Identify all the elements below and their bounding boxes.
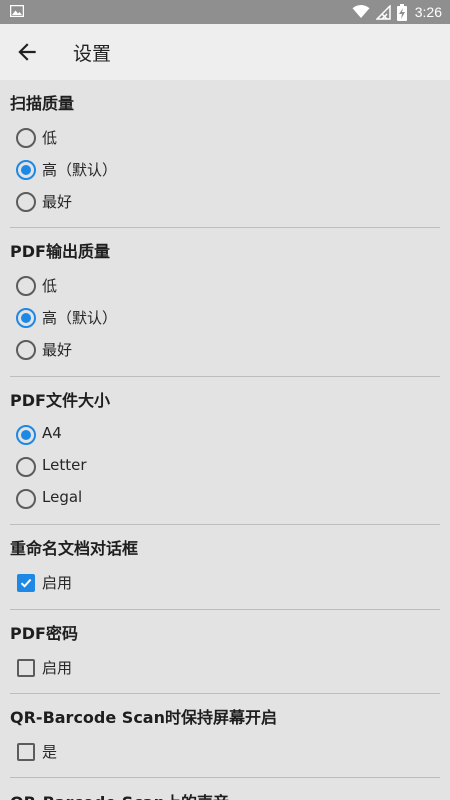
section-scan-quality: 扫描质量 低 高（默认） 最好 [0, 80, 450, 228]
pdf-quality-option-low[interactable]: 低 [0, 270, 450, 302]
option-label: 是 [42, 743, 58, 761]
pdf-size-option-legal[interactable]: Legal [0, 483, 450, 515]
wifi-icon [352, 5, 370, 18]
image-icon [10, 5, 24, 17]
pdf-password-toggle[interactable]: 启用 [0, 652, 450, 684]
battery-charging-icon [396, 3, 407, 21]
signal-icon [375, 4, 391, 20]
option-label: 启用 [42, 659, 73, 677]
option-label: Legal [42, 488, 83, 506]
pdf-size-option-a4[interactable]: A4 [0, 419, 450, 451]
option-label: 最好 [42, 193, 73, 211]
radio-unchecked[interactable] [16, 128, 36, 148]
checkbox-unchecked[interactable] [17, 743, 35, 761]
option-label: 启用 [42, 574, 73, 592]
status-icons: 3:26 [352, 2, 442, 22]
checkbox-checked[interactable] [17, 574, 35, 592]
section-pdf-size: PDF文件大小 A4 Letter Legal [0, 377, 450, 525]
section-title: 扫描质量 [10, 94, 75, 113]
pdf-size-option-letter[interactable]: Letter [0, 451, 450, 483]
section-pdf-quality: PDF输出质量 低 高（默认） 最好 [0, 228, 450, 376]
option-label: Letter [42, 456, 87, 474]
rename-dialog-toggle[interactable]: 启用 [0, 567, 450, 599]
arrow-left-icon[interactable] [14, 39, 40, 65]
status-time: 3:26 [414, 4, 442, 20]
option-label: 低 [42, 277, 58, 295]
radio-unchecked[interactable] [16, 489, 36, 509]
status-bar: 3:26 [0, 0, 450, 24]
settings-list[interactable]: 扫描质量 低 高（默认） 最好 PDF输出质量 低 高（默认） 最好 PDF文件… [0, 80, 450, 800]
section-title: QR-Barcode Scan上的声音 [10, 789, 229, 800]
section-title: 重命名文档对话框 [10, 539, 139, 558]
radio-unchecked[interactable] [16, 192, 36, 212]
radio-unchecked[interactable] [16, 276, 36, 296]
option-label: 最好 [42, 341, 73, 359]
section-title: PDF密码 [10, 624, 78, 643]
option-label: 高（默认） [42, 309, 118, 327]
section-qr-sound: QR-Barcode Scan上的声音 [0, 779, 450, 800]
pdf-quality-option-high[interactable]: 高（默认） [0, 302, 450, 334]
option-label: A4 [42, 424, 62, 442]
scan-quality-option-best[interactable]: 最好 [0, 186, 450, 218]
radio-checked[interactable] [16, 425, 36, 445]
scan-quality-option-high[interactable]: 高（默认） [0, 154, 450, 186]
section-title: QR-Barcode Scan时保持屏幕开启 [10, 708, 277, 727]
check-icon [20, 578, 32, 588]
scan-quality-option-low[interactable]: 低 [0, 122, 450, 154]
radio-checked[interactable] [16, 308, 36, 328]
qr-screen-on-toggle[interactable]: 是 [0, 736, 450, 768]
section-qr-screen-on: QR-Barcode Scan时保持屏幕开启 是 [0, 694, 450, 778]
section-title: PDF输出质量 [10, 242, 110, 261]
radio-unchecked[interactable] [16, 340, 36, 360]
divider [10, 777, 440, 778]
radio-unchecked[interactable] [16, 457, 36, 477]
option-label: 高（默认） [42, 161, 118, 179]
checkbox-unchecked[interactable] [17, 659, 35, 677]
section-rename-dialog: 重命名文档对话框 启用 [0, 525, 450, 609]
option-label: 低 [42, 129, 58, 147]
page-title: 设置 [73, 43, 112, 65]
section-title: PDF文件大小 [10, 391, 110, 410]
radio-checked[interactable] [16, 160, 36, 180]
pdf-quality-option-best[interactable]: 最好 [0, 334, 450, 366]
app-bar: 设置 [0, 24, 450, 80]
section-pdf-password: PDF密码 启用 [0, 610, 450, 694]
